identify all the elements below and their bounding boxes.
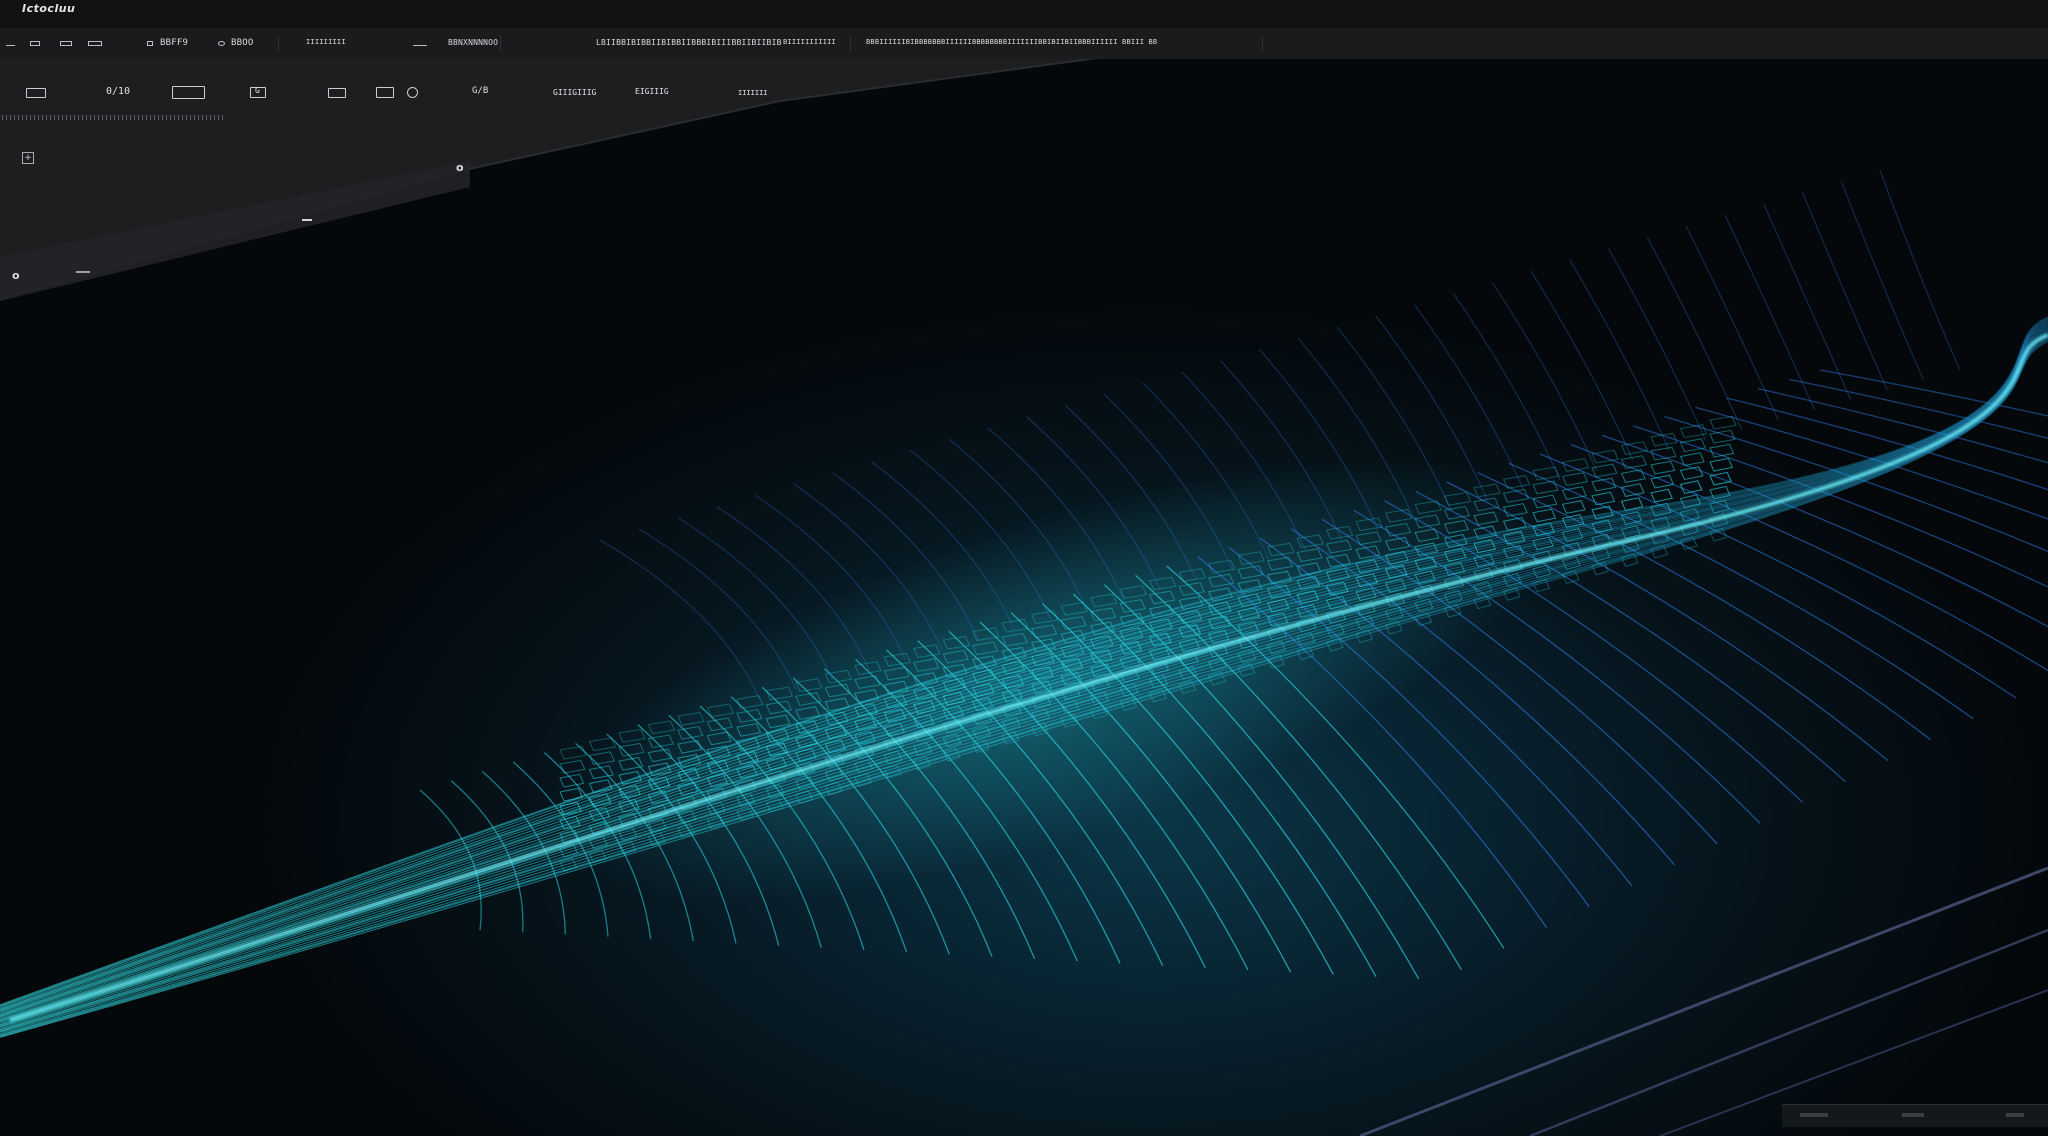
menu-item-3[interactable]: IIIIIIIII bbox=[306, 38, 346, 46]
slider-knob-top[interactable]: o bbox=[456, 161, 464, 174]
mesh-cell bbox=[1679, 452, 1705, 467]
timeline-tool-icon[interactable] bbox=[172, 86, 205, 99]
guide-rail-1 bbox=[1359, 866, 2048, 1136]
window-icon[interactable] bbox=[30, 41, 40, 46]
tile-icon[interactable] bbox=[60, 41, 72, 46]
radial-wire bbox=[1608, 248, 1706, 441]
radial-wire bbox=[1757, 388, 2048, 464]
menu-divider bbox=[278, 36, 279, 52]
menu-bar: BBFF9 BBOO IIIIIIIII BBNXNNNNOO LBIIBBIB… bbox=[0, 29, 2048, 59]
mesh-cell bbox=[559, 745, 587, 760]
status-item bbox=[1800, 1113, 1828, 1117]
mesh-cell bbox=[1709, 457, 1734, 472]
mesh-cell bbox=[1679, 466, 1704, 481]
add-button[interactable]: + bbox=[22, 152, 34, 164]
mode-label[interactable]: G/B bbox=[472, 86, 488, 96]
menu-divider bbox=[500, 36, 501, 52]
mesh-cell bbox=[1591, 491, 1616, 506]
mesh-cell bbox=[1650, 488, 1673, 503]
menu-item-6[interactable]: BIIIIIIIIIII bbox=[783, 38, 836, 46]
option-b[interactable]: EIGIIIG bbox=[635, 87, 669, 96]
radial-wire bbox=[1491, 281, 1597, 471]
menu-divider bbox=[850, 36, 851, 52]
mesh-cell bbox=[1709, 415, 1737, 430]
mesh-cell bbox=[1709, 443, 1735, 458]
radial-wire bbox=[1840, 181, 1925, 381]
minimize-icon[interactable] bbox=[6, 41, 15, 46]
title-bar: Ictocluu bbox=[0, 0, 2048, 29]
timeline-ruler[interactable] bbox=[2, 115, 224, 120]
radial-wire bbox=[1685, 225, 1779, 421]
panel-tool-icon[interactable] bbox=[328, 88, 346, 98]
radial-wire bbox=[1763, 203, 1852, 401]
mesh-cell bbox=[1620, 469, 1646, 483]
menu-item-1[interactable]: BBFF9 bbox=[160, 38, 188, 48]
3d-viewport[interactable] bbox=[0, 0, 2048, 1136]
mesh-cell bbox=[1650, 460, 1676, 475]
radial-wire bbox=[1569, 259, 1670, 451]
mesh-cell bbox=[1561, 472, 1589, 486]
shape-label: G bbox=[255, 86, 260, 95]
menu-divider bbox=[1262, 36, 1263, 52]
camera-tool-icon[interactable] bbox=[376, 87, 394, 98]
menu-item-2[interactable]: BBOO bbox=[231, 38, 253, 48]
mesh-cell bbox=[1679, 424, 1708, 439]
lock-icon bbox=[147, 41, 153, 46]
mesh-cell bbox=[1679, 480, 1703, 495]
radial-wire bbox=[1801, 192, 1888, 391]
layout-icon[interactable] bbox=[88, 41, 102, 46]
app-window: Ictocluu BBFF9 BBOO IIIIIIIII BBNXNNNNOO… bbox=[0, 0, 2048, 1136]
mesh-cell bbox=[1591, 463, 1618, 478]
status-item bbox=[1902, 1113, 1924, 1117]
menu-item-5[interactable]: LBIIBBIBIBBIIBIBBIIBBBIBIIIBBIIBIIBIB bbox=[596, 38, 782, 47]
menu-item-7[interactable]: BBBIIIIIIBIBBBBBBBIIIIIIBBBBBBBBIIIIIIIB… bbox=[866, 38, 1157, 46]
dash-icon bbox=[413, 41, 427, 46]
mesh-cell bbox=[1561, 500, 1586, 514]
mesh-cell bbox=[1532, 494, 1558, 509]
status-item bbox=[2006, 1113, 2024, 1117]
option-c[interactable]: IIIIIII bbox=[738, 89, 768, 97]
slider-tick bbox=[302, 219, 312, 221]
option-a[interactable]: GIIIGIIIG bbox=[553, 88, 596, 97]
app-title: Ictocluu bbox=[22, 2, 76, 15]
status-bar bbox=[1782, 1104, 2048, 1127]
circle-icon bbox=[218, 41, 225, 46]
radial-wire bbox=[1879, 169, 1961, 371]
radial-wire bbox=[1530, 270, 1634, 461]
radial-wire bbox=[1724, 214, 1816, 411]
slider-tick bbox=[76, 271, 90, 273]
menu-item-4[interactable]: BBNXNNNNOO bbox=[448, 38, 498, 47]
frame-tool-icon[interactable] bbox=[26, 88, 46, 98]
counter-label: 0/10 bbox=[106, 86, 131, 97]
circle-tool-icon[interactable] bbox=[407, 87, 418, 98]
mesh-glow bbox=[552, 458, 1548, 902]
radial-wire bbox=[1646, 237, 1743, 431]
mesh-cell bbox=[1620, 455, 1648, 469]
slider-knob-bottom[interactable]: o bbox=[12, 269, 20, 282]
wireframe-mesh bbox=[0, 169, 2048, 1136]
